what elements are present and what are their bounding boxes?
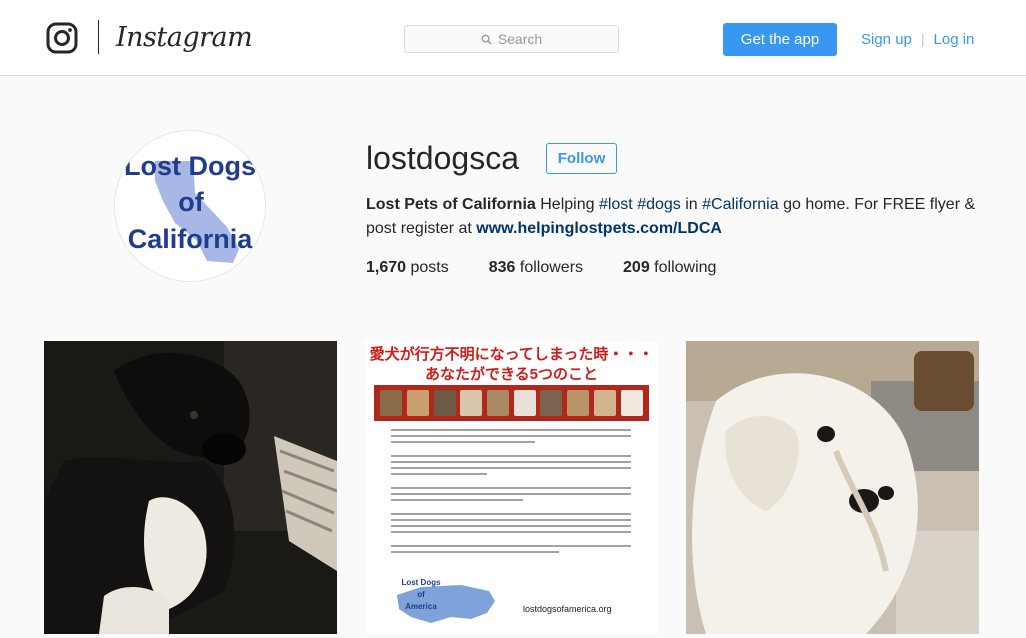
avatar-text-line1: Lost Dogs	[124, 151, 256, 181]
posts-count: 1,670 posts	[366, 259, 449, 276]
instagram-camera-icon[interactable]	[46, 22, 78, 54]
top-navigation-bar: Instagram Search Get the app Sign up | L…	[0, 0, 1026, 76]
profile-stats: 1,670 posts 836 followers 209 following	[366, 256, 756, 280]
post-thumbnail-white-dog[interactable]	[686, 341, 979, 634]
bio-text: in	[680, 196, 703, 213]
flyer-dog-photo-strip	[374, 385, 649, 421]
post-thumbnail-black-dog[interactable]	[44, 341, 337, 634]
followers-count[interactable]: 836 followers	[489, 256, 583, 280]
profile-avatar: Lost Dogs of California	[114, 130, 266, 282]
log-in-link[interactable]: Log in	[934, 31, 975, 48]
flyer-usa-map: Lost Dogs of America	[397, 578, 495, 623]
flyer-title-line2: あなたができる5つのこと	[424, 366, 599, 383]
bio-website-link[interactable]: www.helpinglostpets.com/LDCA	[476, 220, 722, 237]
auth-separator: |	[920, 31, 925, 47]
white-dog-photo	[686, 341, 979, 634]
profile-username: lostdogsca	[366, 140, 519, 176]
avatar-text-line2: of	[178, 187, 204, 217]
hashtag-lost[interactable]: #lost	[599, 196, 633, 213]
hashtag-dogs[interactable]: #dogs	[637, 196, 681, 213]
flyer-map-label-1: Lost Dogs	[401, 578, 441, 587]
flyer-map-label-3: America	[405, 602, 437, 611]
flyer-title-line1: 愛犬が行方不明になってしまった時・・・	[369, 346, 654, 363]
logo-divider	[98, 20, 99, 54]
following-count[interactable]: 209 following	[623, 256, 716, 280]
black-dog-photo	[44, 341, 337, 634]
follow-button[interactable]: Follow	[546, 143, 617, 174]
auth-links: Sign up | Log in	[861, 26, 974, 52]
flyer-body-text	[391, 429, 631, 557]
get-the-app-button[interactable]: Get the app	[723, 23, 837, 56]
profile-full-name: Lost Pets of California	[366, 196, 536, 213]
sign-up-link[interactable]: Sign up	[861, 31, 912, 48]
lost-dogs-of-california-logo: Lost Dogs of California	[115, 131, 265, 281]
instagram-wordmark[interactable]: Instagram	[116, 18, 253, 58]
flyer-map-label-2: of	[417, 590, 425, 599]
search-icon	[481, 34, 492, 45]
search-placeholder: Search	[497, 31, 543, 47]
profile-bio: Lost Pets of California Helping #lost #d…	[366, 193, 986, 241]
post-thumbnail-japanese-flyer[interactable]: 愛犬が行方不明になってしまった時・・・ あなたができる5つのこと Lost Do…	[365, 341, 658, 634]
bio-text: Helping	[535, 196, 599, 213]
hashtag-california[interactable]: #California	[702, 196, 778, 213]
search-input[interactable]: Search	[404, 25, 619, 53]
flyer-website: lostdogsofamerica.org	[523, 604, 612, 614]
avatar-text-line3: California	[128, 224, 254, 254]
